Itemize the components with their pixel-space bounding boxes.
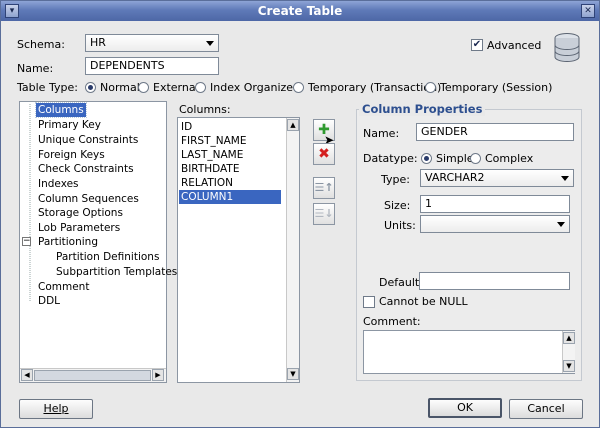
help-button-label: Help [43,402,69,415]
list-item[interactable]: FIRST_NAME [179,134,281,148]
tree-item-lob-parameters[interactable]: Lob Parameters [38,221,120,235]
column-properties-title: Column Properties [359,102,486,116]
cancel-button[interactable]: Cancel [509,399,583,419]
tree-item-ddl[interactable]: DDL [38,294,60,308]
tree-item-primary-key[interactable]: Primary Key [38,118,101,132]
not-null-label: Cannot be NULL [379,295,468,308]
list-item[interactable]: RELATION [179,176,281,190]
collapse-icon[interactable]: − [22,237,31,246]
create-table-dialog: Create Table ▾ ✕ Schema: HR Name: DEPEND… [0,0,600,428]
comment-label: Comment: [363,315,421,328]
type-label: Type: [381,173,410,186]
name-label: Name: [17,62,54,75]
schema-label: Schema: [17,38,65,51]
tree-item-foreign-keys[interactable]: Foreign Keys [38,148,105,162]
tree-item-column-sequences[interactable]: Column Sequences [38,192,139,206]
move-up-icon[interactable]: ☰↑ [313,177,335,199]
chevron-down-icon [206,41,214,46]
radio-normal-label: Normal [100,81,140,94]
scroll-left-icon[interactable]: ◀ [21,369,33,381]
advanced-label: Advanced [487,39,542,52]
help-button[interactable]: Help [19,399,93,419]
columns-vertical-scrollbar[interactable]: ▲ ▼ [286,118,299,382]
move-down-icon[interactable]: ☰↓ [313,203,335,225]
tree-item-indexes[interactable]: Indexes [38,177,79,191]
default-input[interactable] [419,272,570,290]
prop-name-label: Name: [363,127,400,140]
radio-complex[interactable] [470,153,481,164]
radio-external-label: External [153,81,199,94]
type-select[interactable]: VARCHAR2 [420,169,574,187]
comment-scrollbar[interactable]: ▲ ▼ [562,331,575,373]
list-item[interactable]: LAST_NAME [179,148,281,162]
datatype-label: Datatype: [363,152,418,165]
units-label: Units: [384,219,416,232]
size-label: Size: [384,199,411,212]
radio-index-organized[interactable] [195,82,206,93]
tree-horizontal-scrollbar[interactable]: ◀ ▶ [20,368,166,382]
scroll-thumb[interactable] [34,370,151,381]
radio-simple[interactable] [421,153,432,164]
radio-temporary-transaction[interactable] [293,82,304,93]
not-null-checkbox[interactable] [363,296,375,308]
scroll-up-icon[interactable]: ▲ [563,332,575,344]
scroll-down-icon[interactable]: ▼ [563,360,575,372]
radio-temporary-transaction-label: Temporary (Transaction) [308,81,442,94]
cancel-button-label: Cancel [527,402,565,415]
tree-item-unique-constraints[interactable]: Unique Constraints [38,133,138,147]
schema-value: HR [90,36,106,49]
radio-complex-label: Complex [485,152,534,165]
type-value: VARCHAR2 [425,171,485,184]
comment-textarea[interactable]: ▲ ▼ [363,330,575,374]
units-select[interactable] [420,215,570,233]
schema-select[interactable]: HR [85,34,219,52]
scroll-up-icon[interactable]: ▲ [287,119,299,131]
scroll-right-icon[interactable]: ▶ [152,369,164,381]
radio-external[interactable] [138,82,149,93]
chevron-down-icon [561,176,569,181]
radio-temporary-session-label: Temporary (Session) [440,81,553,94]
title-bar: Create Table [1,1,599,21]
tree-item-subpartition-templates[interactable]: Subpartition Templates [56,265,177,279]
ok-button-label: OK [457,401,473,414]
window-title: Create Table [257,4,343,18]
tree-item-columns[interactable]: Columns [35,102,87,118]
table-name-input[interactable]: DEPENDENTS [85,57,219,75]
tree-item-comment[interactable]: Comment [38,280,89,294]
list-item[interactable]: ID [179,120,281,134]
close-icon[interactable]: ✕ [581,4,595,18]
radio-simple-label: Simple [436,152,474,165]
advanced-checkbox[interactable]: ✔ [471,39,483,51]
columns-list[interactable]: ID FIRST_NAME LAST_NAME BIRTHDATE RELATI… [177,117,300,383]
radio-normal[interactable] [85,82,96,93]
tree-item-partition-definitions[interactable]: Partition Definitions [56,250,159,264]
chevron-down-icon [557,222,565,227]
list-item[interactable]: BIRTHDATE [179,162,281,176]
columns-label: Columns: [179,103,231,116]
column-name-input[interactable]: GENDER [416,123,574,141]
size-input[interactable]: 1 [420,195,570,213]
radio-temporary-session[interactable] [425,82,436,93]
tree-item-storage-options[interactable]: Storage Options [38,206,123,220]
database-icon [552,32,582,67]
default-label: Default: [379,276,423,289]
tree-item-partitioning[interactable]: Partitioning [38,235,98,249]
x-icon[interactable]: ✖ [313,143,335,165]
ok-button[interactable]: OK [428,398,502,418]
table-type-label: Table Type: [17,81,78,94]
tree-item-check-constraints[interactable]: Check Constraints [38,162,134,176]
window-menu-icon[interactable]: ▾ [5,4,19,18]
radio-index-organized-label: Index Organized [210,81,301,94]
navigation-tree: Columns Primary Key Unique Constraints F… [19,101,177,383]
list-item-selected[interactable]: COLUMN1 [179,190,281,204]
scroll-down-icon[interactable]: ▼ [287,368,299,380]
